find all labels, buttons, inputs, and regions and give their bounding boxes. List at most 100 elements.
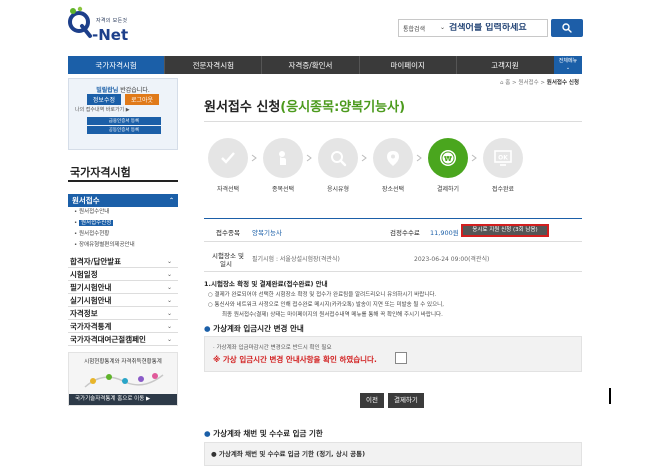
chart-line-icon (84, 373, 164, 388)
financial-cert-button[interactable]: 금융인증서 등록 (87, 117, 161, 125)
check-icon (221, 152, 235, 164)
sidebar-sub-accessibility[interactable]: • 장애유형별편의제공안내 (68, 240, 178, 251)
chevron-down-icon: ⌄ (166, 310, 172, 317)
statistics-banner[interactable]: 시험현황통계와 자격취득현황통계 국가기술자격통계 홈으로 이동 ▶ (68, 352, 178, 406)
page-title: 원서접수 신청(응시종목:양복기능사) (204, 96, 405, 115)
sidebar-sub-guide[interactable]: • 원서접수안내 (68, 207, 178, 218)
sidebar-item-written-exam[interactable]: 필기시험안내 ⌄ (68, 281, 178, 294)
sidebar-sub-apply[interactable]: • 원서접수신청 (68, 218, 178, 229)
pay-button[interactable]: 결제하기 (387, 393, 424, 408)
search-input[interactable] (449, 23, 547, 33)
qnet-logo[interactable]: 자격의 모든것 -Net (68, 6, 138, 48)
logout-button[interactable]: 로그아웃 (125, 94, 160, 105)
notice-line: 최종 원서접수(결제) 상태는 마이페이지의 원서접수내역 메뉴를 통해 꼭 확… (222, 312, 443, 318)
chevron-up-icon: ⌃ (168, 197, 174, 204)
search-box: 통합검색 ⌄ (398, 19, 548, 37)
chevron-down-icon: ⌄ (565, 65, 571, 71)
svg-text:OK: OK (498, 155, 508, 162)
sidebar: 빌릴랍님 반갑습니다. 정보수정 로그아웃 나의 접수내역 바로가기 ▶ 금융인… (68, 78, 178, 406)
login-buttons: 정보수정 로그아웃 (69, 94, 177, 105)
virtual-account-box: · 가상계좌 입금마감시간 변경으로 반드시 확인 필요 ※ 가상 입금시간 변… (204, 336, 582, 372)
location-pin-icon (387, 151, 399, 166)
nav-mypage[interactable]: 마이페이지 (360, 56, 457, 74)
search-category-select[interactable]: 통합검색 ⌄ (399, 24, 449, 33)
q-logo-icon (68, 6, 92, 38)
info-row-place: 시험장소 및 일시 필기시험 : 서울상설시험장(격관식) 2023-06-24… (204, 242, 582, 272)
notice-heading: 1.시험장소 확정 및 결제완료(접수완료) 안내 (204, 280, 328, 288)
search-button[interactable] (551, 19, 583, 37)
welcome-text: 빌릴랍님 반갑습니다. (69, 85, 177, 94)
coin-icon: ₩ (440, 150, 456, 166)
deposit-deadline-box: ● 가상계좌 채번 및 수수료 입금 기한 (정기, 상시 공통) (204, 442, 582, 466)
logo-text: -Net (92, 26, 129, 44)
action-buttons: 이전 결제하기 (360, 393, 424, 408)
step-exam-type: 응시유형 (312, 138, 364, 193)
chevron-down-icon: ⌄ (166, 297, 172, 304)
step-select-qualification: 자격선택 (202, 138, 254, 193)
place-value: 필기시험 : 서울상설시험장(격관식) (252, 256, 340, 263)
fee-support-button[interactable]: 응시료 지원 신청 (3회 남음) (461, 224, 549, 237)
virtual-account-title: ● 가상계좌 입금시간 변경 안내 (204, 324, 304, 333)
joint-cert-button[interactable]: 공동인증서 등록 (87, 126, 161, 134)
sidebar-item-qualification-info[interactable]: 자격정보 ⌄ (68, 307, 178, 320)
sidebar-item-schedule[interactable]: 시험일정 ⌄ (68, 268, 178, 281)
sidebar-item-campaign[interactable]: 국가자격대여근절캠페인 ⌄ (68, 333, 178, 346)
deposit-deadline-line: ● 가상계좌 채번 및 수수료 입금 기한 (정기, 상시 공통) (211, 450, 366, 458)
chevron-down-icon: ⌄ (166, 271, 172, 278)
sidebar-item-results[interactable]: 합격자/답안발표 ⌄ (68, 255, 178, 268)
nav-certificates[interactable]: 자격증/확인서 (262, 56, 360, 74)
breadcrumb: ⌂ 홈 > 원서접수 > 원서접수 신청 (500, 80, 580, 86)
page-title-main: 원서접수 신청 (204, 100, 281, 115)
sidebar-sub-status[interactable]: • 원서접수현황 (68, 229, 178, 240)
breadcrumb-current: 원서접수 신청 (546, 80, 580, 86)
step-select-location: 장소선택 (367, 138, 419, 193)
fee-label: 검정수수료 (390, 229, 420, 237)
chevron-down-icon: ⌄ (166, 284, 172, 291)
text-cursor (609, 388, 611, 404)
virtual-confirm-checkbox[interactable] (395, 352, 407, 364)
chevron-down-icon: ⌄ (166, 323, 172, 330)
virtual-line1: · 가상계좌 입금마감시간 변경으로 반드시 확인 필요 (213, 345, 332, 351)
step-payment: ₩ 결제하기 (422, 138, 474, 193)
deposit-deadline-title: ● 가상계좌 채번 및 수수료 입금 기한 (204, 429, 323, 438)
fee-value: 11,900원 (430, 229, 459, 237)
title-divider (204, 121, 582, 122)
login-box: 빌릴랍님 반갑습니다. 정보수정 로그아웃 나의 접수내역 바로가기 ▶ 금융인… (68, 78, 178, 150)
virtual-confirm-text: ※ 가상 입금시간 변경 안내사항을 확인 하였습니다. (213, 355, 377, 364)
exam-date-value: 2023-06-24 09:00(격관식) (414, 256, 490, 263)
user-name: 빌릴랍님 (96, 87, 119, 94)
nav-national-exam[interactable]: 국가자격시험 (68, 56, 166, 74)
all-menu-label: 전체메뉴 (558, 58, 578, 64)
notice-section: 1.시험장소 확정 및 결제완료(접수완료) 안내 ○ 결제가 완료되어야 선택… (204, 278, 584, 318)
recent-apps-link[interactable]: 나의 접수내역 바로가기 ▶ (75, 106, 130, 113)
home-icon[interactable]: ⌂ (500, 80, 504, 86)
application-info-table: 접수종목 양복기능사 검정수수료 11,900원 응시료 지원 신청 (3회 남… (204, 218, 582, 272)
bullet-icon: ● (204, 324, 211, 333)
chevron-down-icon: ⌄ (166, 336, 172, 343)
sidebar-item-practical-exam[interactable]: 실기시험안내 ⌄ (68, 294, 178, 307)
main-nav: 국가자격시험 전문자격시험 자격증/확인서 마이페이지 고객지원 (68, 56, 583, 74)
breadcrumb-mid[interactable]: 원서접수 (518, 80, 538, 86)
progress-steps: 자격선택 종목선택 응시유형 장소선택 ₩ 결제하기 OK 접수완료 (202, 138, 542, 198)
nav-professional-exam[interactable]: 전문자격시험 (165, 56, 263, 74)
sidebar-section-label: 원서접수 (72, 196, 100, 205)
step-select-item: 종목선택 (257, 138, 309, 193)
banner-title: 시험현황통계와 자격취득현황통계 (84, 359, 162, 365)
prev-button[interactable]: 이전 (360, 393, 384, 408)
site-header: 자격의 모든것 -Net 통합검색 ⌄ (0, 0, 649, 56)
chevron-down-icon: ⌄ (439, 23, 445, 31)
sidebar-section-application[interactable]: 원서접수 ⌃ (68, 194, 178, 207)
sidebar-title: 국가자격시험 (68, 164, 178, 182)
ok-monitor-icon: OK (494, 150, 512, 166)
edit-info-button[interactable]: 정보수정 (86, 94, 121, 105)
statistics-home-link[interactable]: 국가기술자격통계 홈으로 이동 ▶ (69, 394, 177, 405)
pointer-icon (279, 151, 286, 165)
sidebar-item-statistics[interactable]: 국가자격통계 ⌄ (68, 320, 178, 333)
item-value: 양복기능사 (252, 229, 282, 237)
all-menu-button[interactable]: 전체메뉴 ⌄ (554, 56, 582, 74)
info-row-item: 접수종목 양복기능사 검정수수료 11,900원 응시료 지원 신청 (3회 남… (204, 218, 582, 242)
notice-line: ○ 결제가 완료되어야 선택한 시험장소 확정 및 접수가 완료됨을 알려드리오… (208, 292, 437, 298)
place-label-line2: 일시 (220, 260, 232, 268)
notice-line: ○ 통신사와 네트워크 사정으로 인해 접수완료 메시지(카카오톡) 발송이 지… (208, 302, 444, 308)
item-label: 접수종목 (216, 229, 240, 237)
